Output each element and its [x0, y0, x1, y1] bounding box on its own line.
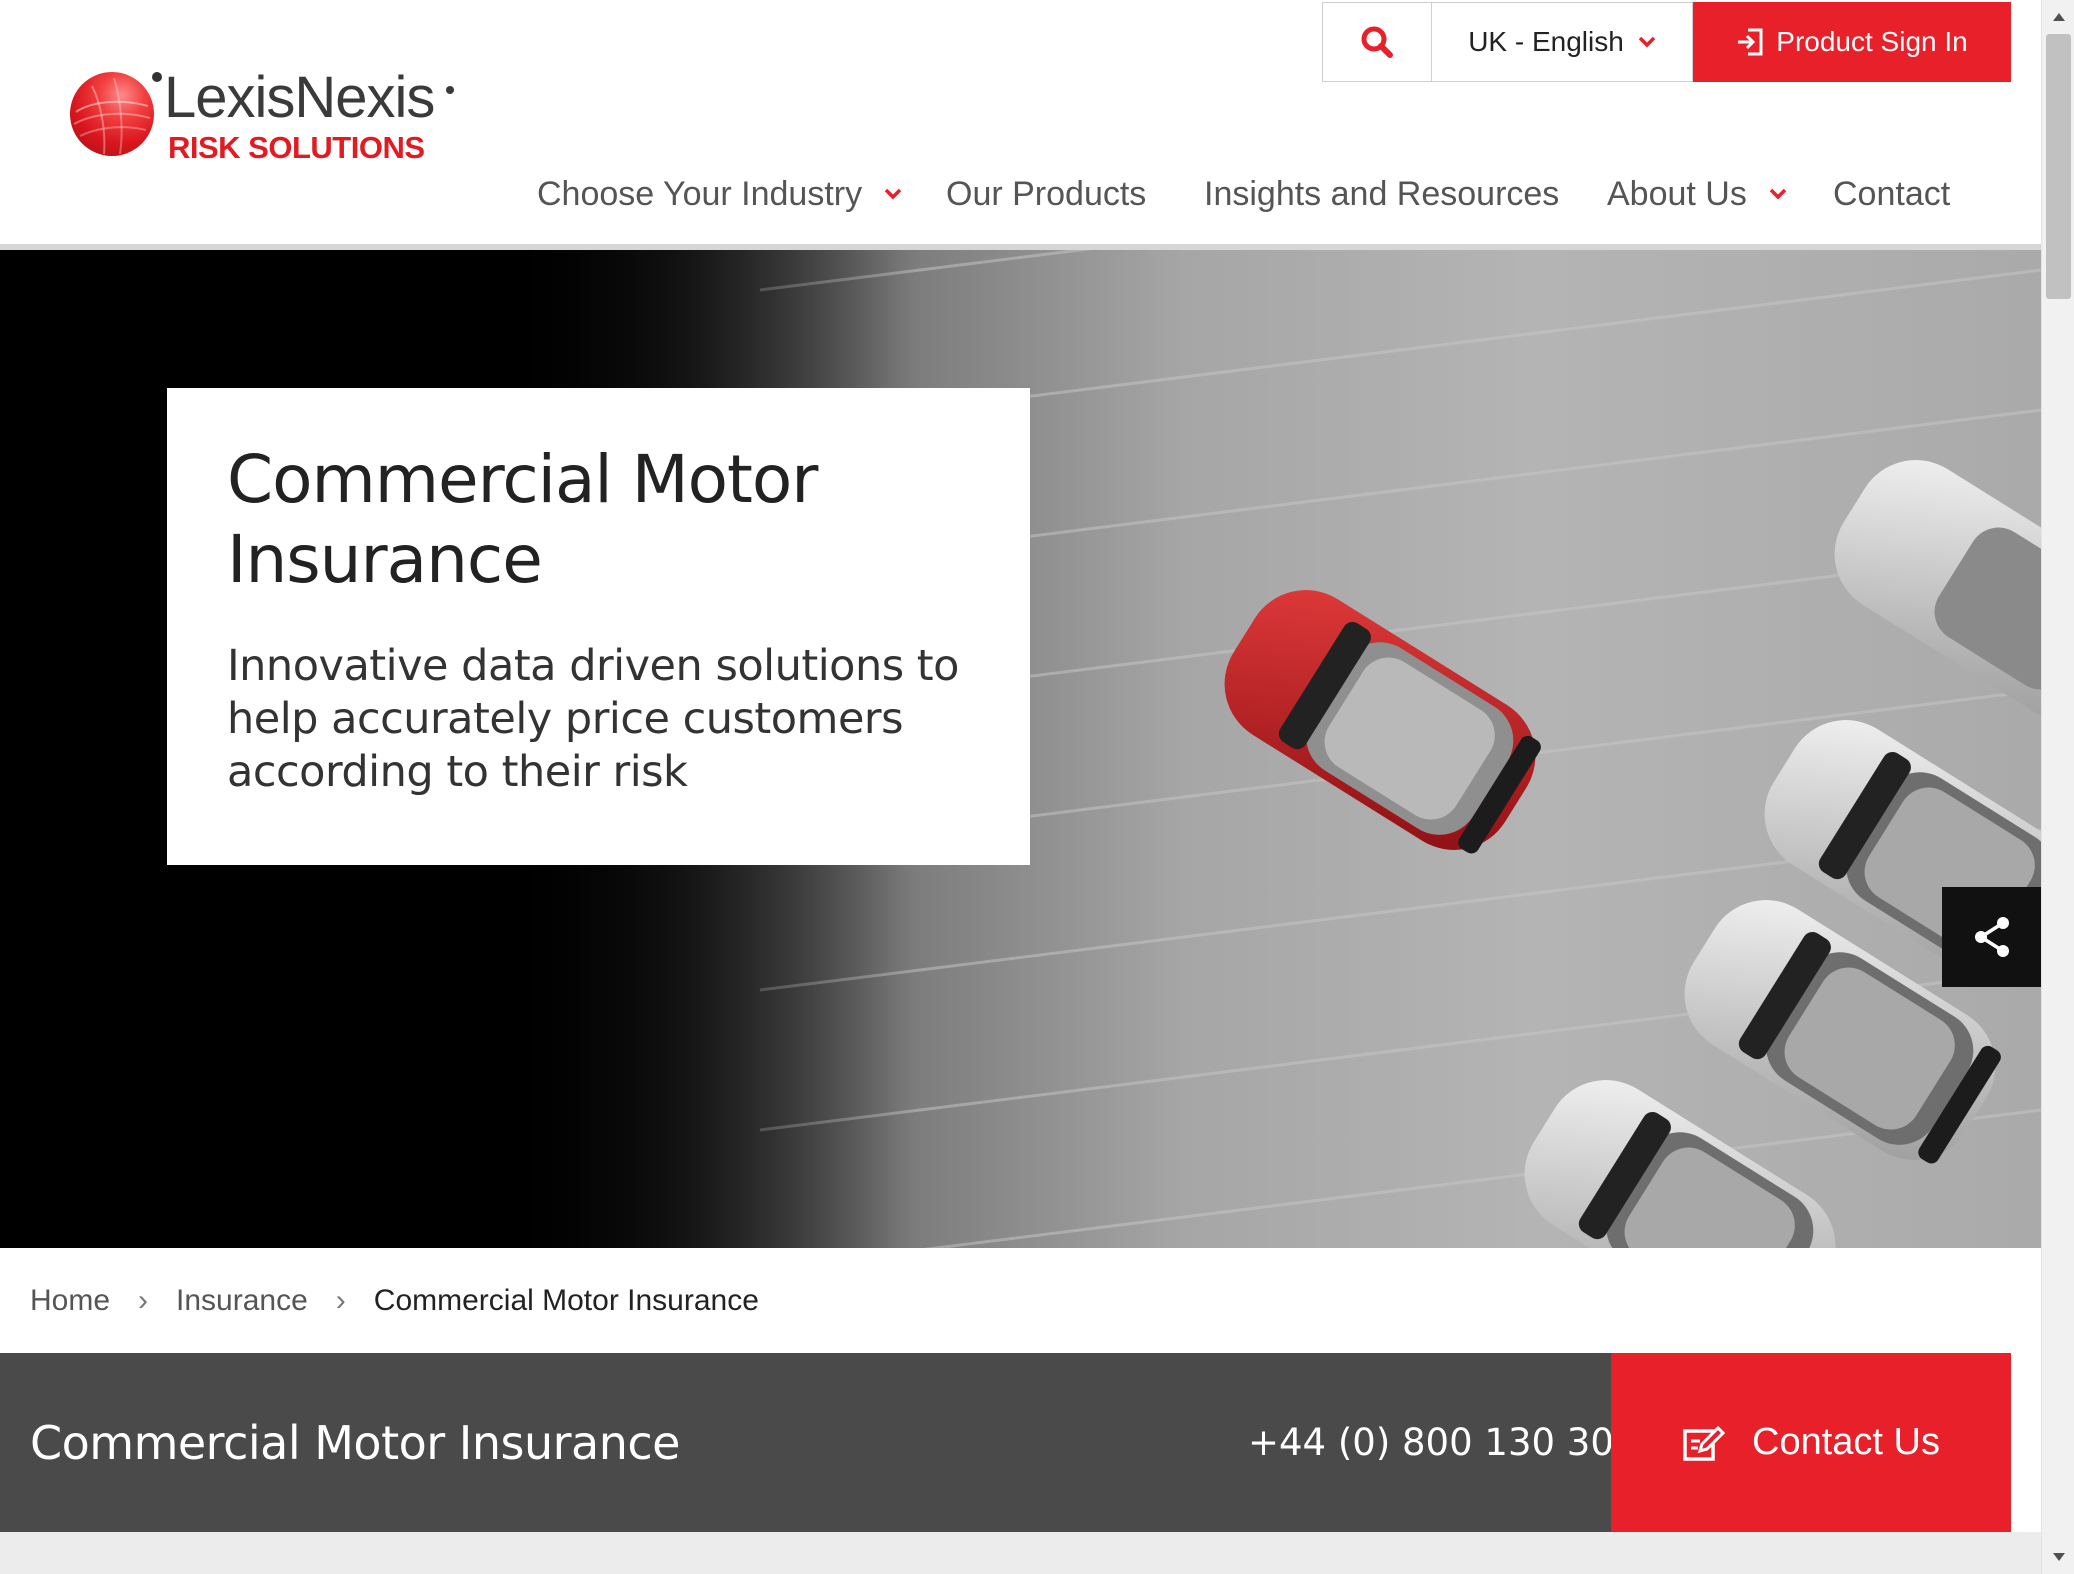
breadcrumb-insurance[interactable]: Insurance [176, 1284, 308, 1318]
chevron-down-icon [1769, 188, 1787, 200]
language-label: UK - English [1468, 26, 1624, 57]
search-icon [1361, 26, 1393, 58]
site-header: LexisNexis RISK SOLUTIONS UK - English P… [0, 0, 2041, 250]
hero-banner: Commercial Motor Insurance Innovative da… [0, 250, 2041, 1248]
nav-item-insights-and-resources[interactable]: Insights and Resources [1204, 164, 1559, 224]
edit-form-icon [1683, 1425, 1726, 1461]
page-scrollbar[interactable] [2041, 0, 2074, 1574]
breadcrumb: Home › Insurance › Commercial Motor Insu… [30, 1248, 759, 1353]
nav-item-our-products[interactable]: Our Products [946, 164, 1146, 224]
sign-in-label: Product Sign In [1776, 26, 1968, 57]
breadcrumb-separator: › [335, 1283, 346, 1317]
breadcrumb-current: Commercial Motor Insurance [373, 1283, 759, 1317]
scroll-up-arrow-icon[interactable] [2042, 4, 2074, 30]
sign-in-icon [1738, 28, 1763, 56]
language-selector[interactable]: UK - English [1431, 2, 1693, 82]
scroll-down-arrow-icon[interactable] [2042, 1544, 2074, 1570]
phone-number[interactable]: +44 (0) 800 130 3002 [1248, 1353, 1661, 1532]
contact-us-button[interactable]: Contact Us [1611, 1353, 2011, 1532]
page-content-below [0, 1532, 2041, 1574]
nav-item-label: About Us [1607, 174, 1747, 213]
nav-item-label: Our Products [946, 174, 1147, 213]
chevron-down-icon [1638, 36, 1656, 48]
nav-item-label: Choose Your Industry [537, 174, 863, 213]
nav-item-about-us[interactable]: About Us [1607, 164, 1787, 224]
product-sign-in-button[interactable]: Product Sign In [1693, 2, 2011, 82]
hero-card: Commercial Motor Insurance Innovative da… [167, 388, 1030, 865]
nav-item-choose-your-industry[interactable]: Choose Your Industry [537, 164, 902, 224]
brand-logo[interactable]: LexisNexis RISK SOLUTIONS [70, 66, 490, 176]
page-title: Commercial Motor Insurance [227, 441, 818, 598]
breadcrumb-home[interactable]: Home [30, 1284, 110, 1318]
logo-registered-dot [446, 86, 454, 94]
nav-item-label: Contact [1833, 174, 1951, 213]
logo-accent-dot [152, 72, 162, 82]
brand-name: LexisNexis [164, 65, 435, 130]
action-bar-title: Commercial Motor Insurance [30, 1415, 680, 1470]
logo-sphere-icon [70, 72, 154, 156]
scrollbar-thumb[interactable] [2046, 34, 2071, 299]
contact-us-label: Contact Us [1752, 1421, 1940, 1463]
chevron-down-icon [884, 188, 902, 200]
nav-item-label: Insights and Resources [1204, 174, 1560, 213]
brand-subtitle: RISK SOLUTIONS [168, 130, 425, 165]
breadcrumb-separator: › [138, 1283, 149, 1317]
page-action-bar: Commercial Motor Insurance +44 (0) 800 1… [0, 1353, 2011, 1532]
nav-item-contact[interactable]: Contact [1833, 164, 1950, 224]
share-icon [1974, 917, 2009, 957]
hero-subtitle: Innovative data driven solutions to help… [227, 641, 959, 797]
share-button[interactable] [1942, 887, 2041, 987]
search-button[interactable] [1322, 2, 1431, 82]
